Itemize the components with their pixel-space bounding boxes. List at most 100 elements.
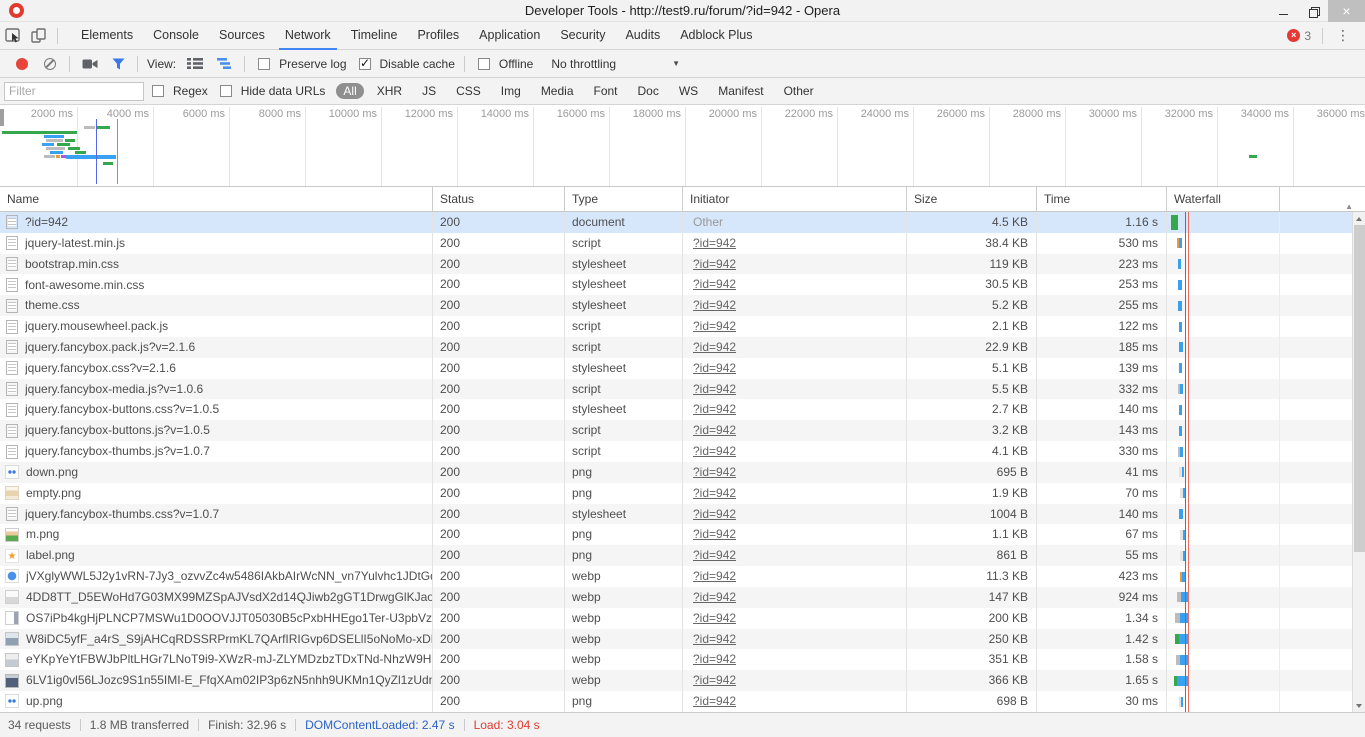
preserve-log-checkbox[interactable] xyxy=(258,58,270,70)
column-header-status[interactable]: Status xyxy=(433,187,565,211)
filter-input[interactable] xyxy=(4,82,144,101)
initiator-link[interactable]: ?id=942 xyxy=(693,694,736,708)
tab-elements[interactable]: Elements xyxy=(75,22,139,50)
initiator-link[interactable]: ?id=942 xyxy=(693,361,736,375)
more-options-icon[interactable]: ⋮ xyxy=(1328,27,1359,44)
filter-pill-css[interactable]: CSS xyxy=(449,83,488,99)
screenshot-camera-icon[interactable] xyxy=(82,58,98,70)
device-toolbar-icon[interactable] xyxy=(26,24,52,48)
error-badge[interactable]: × 3 xyxy=(1287,29,1317,43)
table-row[interactable]: empty.png200png?id=9421.9 KB70 ms xyxy=(0,483,1365,504)
tab-console[interactable]: Console xyxy=(147,22,205,50)
column-header-time[interactable]: Time xyxy=(1037,187,1167,211)
table-row[interactable]: up.png200png?id=942698 B30 ms xyxy=(0,691,1365,712)
column-header-size[interactable]: Size xyxy=(907,187,1037,211)
table-row[interactable]: label.png200png?id=942861 B55 ms xyxy=(0,545,1365,566)
initiator-link[interactable]: ?id=942 xyxy=(693,257,736,271)
tab-security[interactable]: Security xyxy=(554,22,611,50)
column-header-waterfall[interactable]: Waterfall ▲ xyxy=(1167,187,1365,211)
regex-checkbox[interactable] xyxy=(152,85,164,97)
filter-pill-doc[interactable]: Doc xyxy=(631,83,666,99)
table-row[interactable]: bootstrap.min.css200stylesheet?id=942119… xyxy=(0,254,1365,275)
table-row[interactable]: 6LV1ig0vl56LJozc9S1n55IMI-E_FfqXAm02IP3p… xyxy=(0,670,1365,691)
filter-pill-js[interactable]: JS xyxy=(415,83,443,99)
table-row[interactable]: OS7iPb4kgHjPLNCP7MSWu1D0OOVJJT05030B5cPx… xyxy=(0,608,1365,629)
overview-drag-handle[interactable] xyxy=(0,109,4,126)
table-row[interactable]: jVXglyWWL5J2y1vRN-7Jy3_ozvvZc4w5486IAkbA… xyxy=(0,566,1365,587)
clear-button[interactable] xyxy=(44,58,56,70)
initiator-link[interactable]: ?id=942 xyxy=(693,382,736,396)
initiator-link[interactable]: ?id=942 xyxy=(693,486,736,500)
filter-pill-xhr[interactable]: XHR xyxy=(370,83,409,99)
table-row[interactable]: jquery.fancybox-thumbs.css?v=1.0.7200sty… xyxy=(0,504,1365,525)
table-row[interactable]: ?id=942200documentOther4.5 KB1.16 s xyxy=(0,212,1365,233)
table-row[interactable]: down.png200png?id=942695 B41 ms xyxy=(0,462,1365,483)
table-row[interactable]: jquery.fancybox-buttons.js?v=1.0.5200scr… xyxy=(0,420,1365,441)
initiator-link[interactable]: ?id=942 xyxy=(693,548,736,562)
table-row[interactable]: m.png200png?id=9421.1 KB67 ms xyxy=(0,524,1365,545)
view-waterfall-icon[interactable] xyxy=(217,58,232,69)
minimize-button[interactable] xyxy=(1268,0,1298,22)
hide-data-urls-checkbox[interactable] xyxy=(220,85,232,97)
initiator-link[interactable]: ?id=942 xyxy=(693,465,736,479)
disable-cache-checkbox[interactable] xyxy=(359,58,371,70)
initiator-link[interactable]: ?id=942 xyxy=(693,673,736,687)
table-row[interactable]: font-awesome.min.css200stylesheet?id=942… xyxy=(0,274,1365,295)
table-row[interactable]: 4DD8TT_D5EWoHd7G03MX99MZSpAJVsdX2d14QJiw… xyxy=(0,587,1365,608)
table-row[interactable]: W8iDC5yfF_a4rS_S9jAHCqRDSSRPrmKL7QArfIRI… xyxy=(0,629,1365,650)
restore-button[interactable] xyxy=(1298,0,1328,22)
initiator-link[interactable]: ?id=942 xyxy=(693,423,736,437)
initiator-link[interactable]: ?id=942 xyxy=(693,652,736,666)
table-row[interactable]: jquery.fancybox-buttons.css?v=1.0.5200st… xyxy=(0,399,1365,420)
tab-network[interactable]: Network xyxy=(279,22,337,50)
initiator-link[interactable]: ?id=942 xyxy=(693,527,736,541)
inspect-element-icon[interactable] xyxy=(0,24,26,48)
throttling-select[interactable]: No throttling ▼ xyxy=(547,57,680,71)
table-row[interactable]: jquery-latest.min.js200script?id=94238.4… xyxy=(0,233,1365,254)
initiator-link[interactable]: ?id=942 xyxy=(693,507,736,521)
filter-pill-img[interactable]: Img xyxy=(494,83,528,99)
offline-checkbox[interactable] xyxy=(478,58,490,70)
initiator-link[interactable]: ?id=942 xyxy=(693,569,736,583)
table-row[interactable]: eYKpYeYtFBWJbPltLHGr7LNoT9i9-XWzR-mJ-ZLY… xyxy=(0,649,1365,670)
initiator-link[interactable]: ?id=942 xyxy=(693,632,736,646)
scroll-up-button[interactable] xyxy=(1353,212,1365,225)
view-list-icon[interactable] xyxy=(187,58,203,69)
tab-application[interactable]: Application xyxy=(473,22,546,50)
initiator-link[interactable]: ?id=942 xyxy=(693,590,736,604)
column-header-initiator[interactable]: Initiator xyxy=(683,187,907,211)
tab-audits[interactable]: Audits xyxy=(619,22,666,50)
table-row[interactable]: theme.css200stylesheet?id=9425.2 KB255 m… xyxy=(0,295,1365,316)
column-header-type[interactable]: Type xyxy=(565,187,683,211)
close-button[interactable]: × xyxy=(1328,0,1365,22)
initiator-link[interactable]: ?id=942 xyxy=(693,277,736,291)
filter-pill-font[interactable]: Font xyxy=(587,83,625,99)
table-row[interactable]: jquery.mousewheel.pack.js200script?id=94… xyxy=(0,316,1365,337)
tab-timeline[interactable]: Timeline xyxy=(345,22,404,50)
filter-pill-manifest[interactable]: Manifest xyxy=(711,83,770,99)
filter-funnel-icon[interactable] xyxy=(112,58,125,70)
initiator-link[interactable]: ?id=942 xyxy=(693,340,736,354)
initiator-link[interactable]: ?id=942 xyxy=(693,319,736,333)
table-row[interactable]: jquery.fancybox.css?v=2.1.6200stylesheet… xyxy=(0,358,1365,379)
vertical-scrollbar[interactable] xyxy=(1352,212,1365,712)
filter-pill-other[interactable]: Other xyxy=(777,83,821,99)
scrollbar-thumb[interactable] xyxy=(1354,225,1365,552)
tab-sources[interactable]: Sources xyxy=(213,22,271,50)
record-button[interactable] xyxy=(16,58,28,70)
initiator-link[interactable]: ?id=942 xyxy=(693,444,736,458)
table-row[interactable]: jquery.fancybox-thumbs.js?v=1.0.7200scri… xyxy=(0,441,1365,462)
initiator-link[interactable]: ?id=942 xyxy=(693,611,736,625)
overview-pane[interactable]: 2000 ms4000 ms6000 ms8000 ms10000 ms1200… xyxy=(0,105,1365,187)
table-row[interactable]: jquery.fancybox.pack.js?v=2.1.6200script… xyxy=(0,337,1365,358)
column-header-name[interactable]: Name xyxy=(0,187,433,211)
tab-profiles[interactable]: Profiles xyxy=(411,22,465,50)
initiator-link[interactable]: ?id=942 xyxy=(693,298,736,312)
initiator-link[interactable]: ?id=942 xyxy=(693,236,736,250)
initiator-link[interactable]: ?id=942 xyxy=(693,402,736,416)
scroll-down-button[interactable] xyxy=(1353,699,1365,712)
filter-pill-all[interactable]: All xyxy=(336,83,363,99)
tab-adblock-plus[interactable]: Adblock Plus xyxy=(674,22,758,50)
table-row[interactable]: jquery.fancybox-media.js?v=1.0.6200scrip… xyxy=(0,379,1365,400)
filter-pill-media[interactable]: Media xyxy=(534,83,581,99)
